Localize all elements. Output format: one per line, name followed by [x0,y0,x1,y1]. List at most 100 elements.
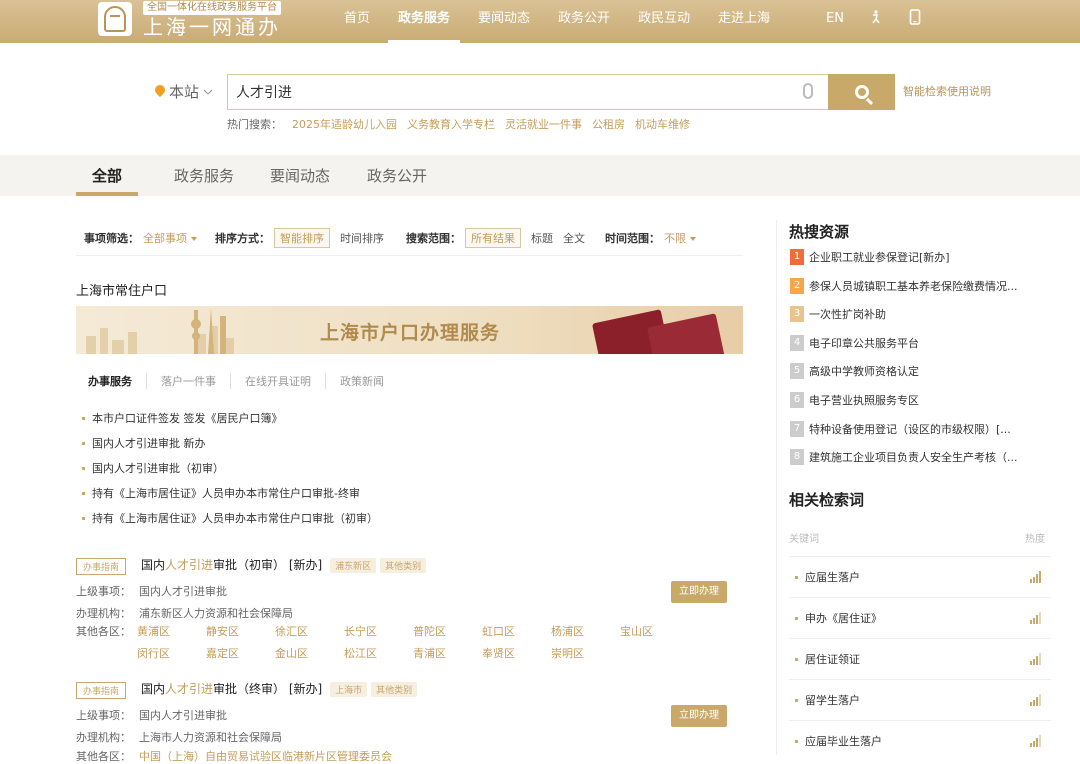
subtab-services[interactable]: 办事服务 [88,373,146,389]
hot-term[interactable]: 义务教育入学专栏 [407,116,495,132]
list-item[interactable]: 持有《上海市居住证》人员申办本市常住户口审批（初审） [80,510,378,535]
search-input[interactable] [228,75,768,109]
keyword-label: 申办《居住证》 [805,612,882,625]
district-link[interactable]: 闵行区 [137,645,206,661]
district-link[interactable]: 宝山区 [620,623,689,639]
time-range-value: 不限 [664,232,686,245]
divider [76,255,743,256]
sort-smart[interactable]: 智能排序 [274,228,330,248]
district-link[interactable]: 长宁区 [344,623,413,639]
parent-label: 上级事项： [76,585,131,598]
nav-interaction[interactable]: 政民互动 [624,0,704,43]
hot-item-label: 高级中学教师资格认定 [809,365,919,379]
hot-term[interactable]: 机动车维修 [635,116,690,132]
site-name[interactable]: 上海一网通办 [143,16,281,38]
list-item[interactable]: 2 参保人员城镇职工基本养老保险缴费情况... [790,277,1018,307]
range-all[interactable]: 所有结果 [465,228,521,248]
keyword-label: 居住证领证 [805,653,860,666]
result-title[interactable]: 国内人才引进审批（初审） [新办] 浦东新区 其他类别 [141,556,427,573]
list-item[interactable]: 留学生落户 [789,679,1051,720]
search-button[interactable] [828,74,895,110]
subtab-settle[interactable]: 落户一件事 [146,373,230,389]
list-item[interactable]: 5 高级中学教师资格认定 [790,363,1018,392]
apply-now-button[interactable]: 立即办理 [671,581,727,603]
nav-home[interactable]: 首页 [330,0,384,43]
district-link[interactable]: 青浦区 [413,645,482,661]
nav-gov-open[interactable]: 政务公开 [544,0,624,43]
district-link[interactable]: 杨浦区 [551,623,620,639]
item-filter-dropdown[interactable]: 全部事项 [143,230,197,246]
list-item[interactable]: 应届生落户 [789,556,1051,597]
rank-badge: 4 [790,334,804,351]
hot-item-label: 电子印章公共服务平台 [809,336,919,350]
district-link[interactable]: 黄浦区 [137,623,206,639]
list-item[interactable]: 本市户口证件签发 签发《居民户口簿》 [80,410,378,435]
sort-time[interactable]: 时间排序 [340,230,384,246]
subtab-policy[interactable]: 政策新闻 [325,373,398,389]
list-item[interactable]: 居住证领证 [789,638,1051,679]
section-title[interactable]: 上海市常住户口 [76,280,167,299]
list-item[interactable]: 国内人才引进审批（初审） [80,460,378,485]
hot-searches: 热门搜索： 2025年适龄幼儿入园 义务教育入学专栏 灵活就业一件事 公租房 机… [227,116,690,132]
district-link[interactable]: 奉贤区 [482,645,551,661]
tab-gov-open[interactable]: 政务公开 [367,165,427,186]
list-item[interactable]: 申办《居住证》 [789,597,1051,638]
list-item[interactable]: 6 电子营业执照服务专区 [790,391,1018,421]
result-title[interactable]: 国内人才引进审批（终审） [新办] 上海市 其他类别 [141,680,418,697]
search-icon [854,85,869,99]
nav-shanghai[interactable]: 走进上海 [704,0,784,43]
item-filter-label: 事项筛选： [84,232,139,245]
district-link[interactable]: 崇明区 [551,645,620,661]
range-fulltext[interactable]: 全文 [563,230,585,246]
range-title[interactable]: 标题 [531,230,553,246]
rank-badge: 1 [790,249,804,265]
nav-gov-services[interactable]: 政务服务 [384,0,464,43]
hot-term[interactable]: 公租房 [592,116,625,132]
tab-all[interactable]: 全部 [92,165,122,186]
result-type-badge: 办事指南 [76,558,127,575]
site-logo[interactable] [98,2,132,36]
district-link[interactable]: 静安区 [206,623,275,639]
list-item[interactable]: 8 建筑施工企业项目负责人安全生产考核（... [790,449,1018,478]
hukou-banner[interactable]: 上海市户口办理服务 [76,306,743,354]
hot-item-label: 特种设备使用登记（设区的市级权限）[... [809,422,1011,436]
mobile-icon[interactable] [906,9,924,27]
hot-term[interactable]: 灵活就业一件事 [505,116,582,132]
title-part: 审批（终审） [213,682,286,696]
list-item[interactable]: 7 特种设备使用登记（设区的市级权限）[... [790,420,1018,450]
district-link[interactable]: 虹口区 [482,623,551,639]
lang-en-link[interactable]: EN [826,0,844,38]
district-link[interactable]: 徐汇区 [275,623,344,639]
nav-news[interactable]: 要闻动态 [464,0,544,43]
region-tag: 上海市 [330,682,368,697]
scope-selector[interactable]: 本站 [155,81,213,102]
parent-item-line: 上级事项： 国内人才引进审批 [76,583,227,599]
subtab-certificate[interactable]: 在线开具证明 [230,373,325,389]
hot-resources-list: 1 企业职工就业参保登记[新办] 2 参保人员城镇职工基本养老保险缴费情况... 3… [790,249,1018,478]
org-label: 办理机构： [76,731,131,744]
accessibility-icon[interactable] [867,9,885,27]
list-item[interactable]: 1 企业职工就业参保登记[新办] [790,249,1018,278]
hot-term[interactable]: 2025年适龄幼儿入园 [292,116,397,132]
district-link[interactable]: 中国（上海）自由贸易试验区临港新片区管理委员会 [139,750,392,763]
districts-line: 其他各区： 中国（上海）自由贸易试验区临港新片区管理委员会 [76,748,392,764]
list-item[interactable]: 4 电子印章公共服务平台 [790,334,1018,364]
rank-badge: 2 [790,277,804,294]
district-link[interactable]: 金山区 [275,645,344,661]
district-link[interactable]: 松江区 [344,645,413,661]
district-link[interactable]: 普陀区 [413,623,482,639]
skyline-illustration [86,308,234,354]
list-item[interactable]: 国内人才引进审批 新办 [80,435,378,460]
apply-now-button[interactable]: 立即办理 [671,705,727,727]
tab-gov-services[interactable]: 政务服务 [174,165,234,186]
keyword-column-header: 关键词 [789,534,819,545]
district-link[interactable]: 嘉定区 [206,645,275,661]
smart-search-help-link[interactable]: 智能检索使用说明 [903,83,991,99]
tab-news[interactable]: 要闻动态 [270,165,330,186]
list-item[interactable]: 3 一次性扩岗补助 [790,306,1018,335]
rank-badge: 3 [790,306,804,323]
microphone-icon[interactable] [803,83,813,99]
time-range-dropdown[interactable]: 不限 [664,230,696,246]
org-line: 办理机构： 浦东新区人力资源和社会保障局 [76,605,293,621]
list-item[interactable]: 持有《上海市居住证》人员申办本市常住户口审批-终审 [80,485,378,510]
